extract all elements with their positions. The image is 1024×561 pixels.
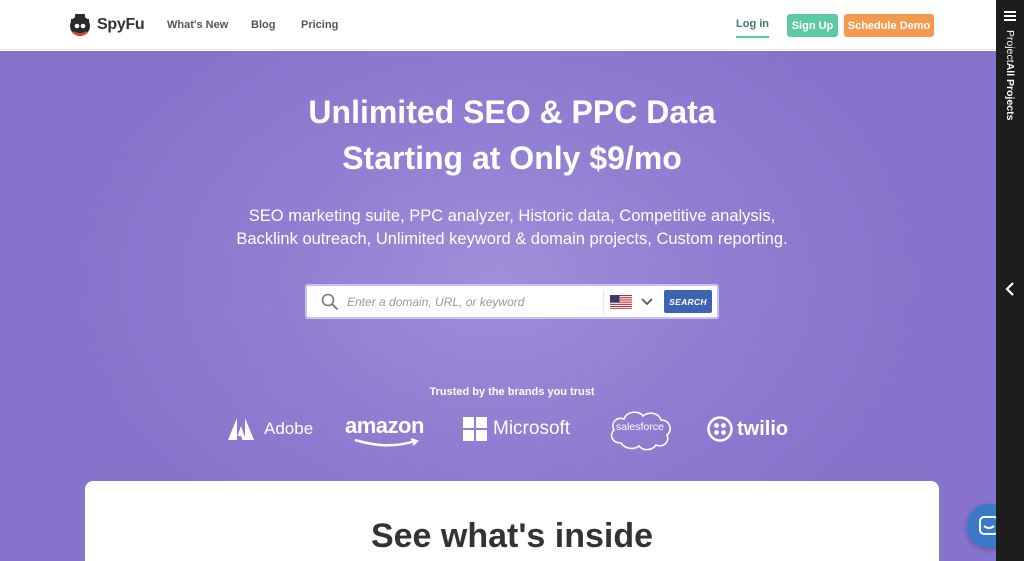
search-button[interactable]: SEARCH [664,290,712,313]
brand-microsoft-text: Microsoft [493,418,571,439]
top-navbar: SpyFu What's New Blog Pricing Log in Sig… [0,0,996,50]
brand-microsoft: Microsoft [463,409,570,449]
amazon-smile-icon [354,438,419,447]
signup-button[interactable]: Sign Up [787,14,838,37]
brand-adobe: Adobe [228,409,313,449]
spy-logo-icon [70,14,90,36]
brand-twilio: twilio [707,409,788,449]
section-title: See what's inside [370,517,654,555]
trusted-brands-heading: Trusted by the brands you trust [429,386,595,398]
sidebar-label-prefix: Project [1004,30,1016,63]
hero-subtitle-line2: Backlink outreach, Unlimited keyword & d… [236,230,788,248]
brand-adobe-text: Adobe [264,419,314,438]
feature-card: See what's inside [85,481,939,561]
sidebar-projects-label[interactable]: ProjectAll Projects [996,30,1024,130]
hero-subtitle-line1: SEO marketing suite, PPC analyzer, Histo… [248,207,776,225]
logo-text: SpyFu [97,16,145,33]
sidebar-label: ProjectAll Projects [1004,30,1016,120]
nav-pricing[interactable]: Pricing [301,0,338,50]
search-input[interactable] [347,292,597,312]
hero-title-line2: Starting at Only $9/mo [342,140,682,176]
hero-title: Unlimited SEO & PPC Data Starting at Onl… [0,89,996,181]
us-flag-icon [610,295,632,309]
hero-subtitle: SEO marketing suite, PPC analyzer, Histo… [0,205,996,251]
microsoft-logo-icon [463,417,487,441]
login-link[interactable]: Log in [736,18,769,38]
search-bar: SEARCH [305,284,719,319]
country-selector[interactable] [603,290,659,314]
nav-blog[interactable]: Blog [251,0,275,50]
brand-twilio-text: twilio [737,417,789,440]
twilio-logo-icon [707,416,733,442]
chevron-left-icon[interactable] [1004,282,1016,296]
projects-sidebar: ProjectAll Projects [996,0,1024,561]
adobe-logo-icon [228,418,254,440]
nav-whats-new[interactable]: What's New [167,0,228,50]
hero-section: Unlimited SEO & PPC Data Starting at Onl… [0,51,996,561]
search-icon [321,293,339,311]
schedule-demo-button[interactable]: Schedule Demo [844,14,934,37]
menu-icon[interactable] [1004,11,1016,21]
spyfu-logo[interactable]: SpyFu [68,12,145,38]
chat-icon [979,516,996,535]
brand-salesforce-text: salesforce [616,421,664,433]
brand-amazon: amazon [345,409,424,449]
brand-salesforce: salesforce [607,409,673,451]
brand-amazon-text: amazon [345,413,424,438]
chevron-down-icon [641,298,653,306]
hero-title-line1: Unlimited SEO & PPC Data [308,94,716,130]
sidebar-label-bold: All Projects [1004,62,1016,121]
page: SpyFu What's New Blog Pricing Log in Sig… [0,0,996,561]
